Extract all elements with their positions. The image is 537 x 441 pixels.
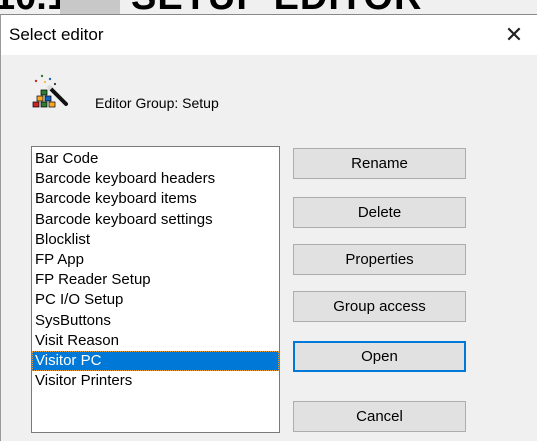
rename-button[interactable]: Rename <box>293 148 466 179</box>
background-document-heading: 10.1 SETUP EDITOR <box>0 0 537 14</box>
heading-number: 10.1 <box>0 0 68 14</box>
list-item[interactable]: Barcode keyboard headers <box>32 169 279 189</box>
group-access-button[interactable]: Group access <box>293 291 466 322</box>
delete-button[interactable]: Delete <box>293 197 466 228</box>
heading-image-placeholder <box>60 0 120 14</box>
close-icon[interactable]: ✕ <box>491 15 537 55</box>
list-item[interactable]: PC I/O Setup <box>32 290 279 310</box>
list-item[interactable]: FP App <box>32 250 279 270</box>
list-item[interactable]: FP Reader Setup <box>32 270 279 290</box>
cancel-button[interactable]: Cancel <box>293 401 466 432</box>
editor-group-label: Editor Group: Setup <box>95 95 219 111</box>
list-item[interactable]: Visitor Printers <box>32 371 279 391</box>
editor-list: Bar Code Barcode keyboard headers Barcode … <box>32 147 279 391</box>
list-item[interactable]: Visit Reason <box>32 331 279 351</box>
list-item[interactable]: Bar Code <box>32 149 279 169</box>
list-item[interactable]: Visitor PC <box>32 350 279 372</box>
list-item[interactable]: Barcode keyboard settings <box>32 210 279 230</box>
list-item[interactable]: Blocklist <box>32 230 279 250</box>
select-editor-dialog: Select editor ✕ Editor Group: Setup Bar … <box>0 14 537 441</box>
dialog-title: Select editor <box>9 25 104 44</box>
properties-button[interactable]: Properties <box>293 244 466 275</box>
editor-listbox[interactable]: Bar Code Barcode keyboard headers Barcode … <box>31 146 280 433</box>
magic-wand-icon <box>32 74 68 108</box>
heading-title: SETUP EDITOR <box>131 0 422 14</box>
open-button[interactable]: Open <box>293 341 466 372</box>
dialog-titlebar: Select editor ✕ <box>1 15 537 55</box>
list-item[interactable]: Barcode keyboard items <box>32 189 279 209</box>
list-item[interactable]: SysButtons <box>32 311 279 331</box>
